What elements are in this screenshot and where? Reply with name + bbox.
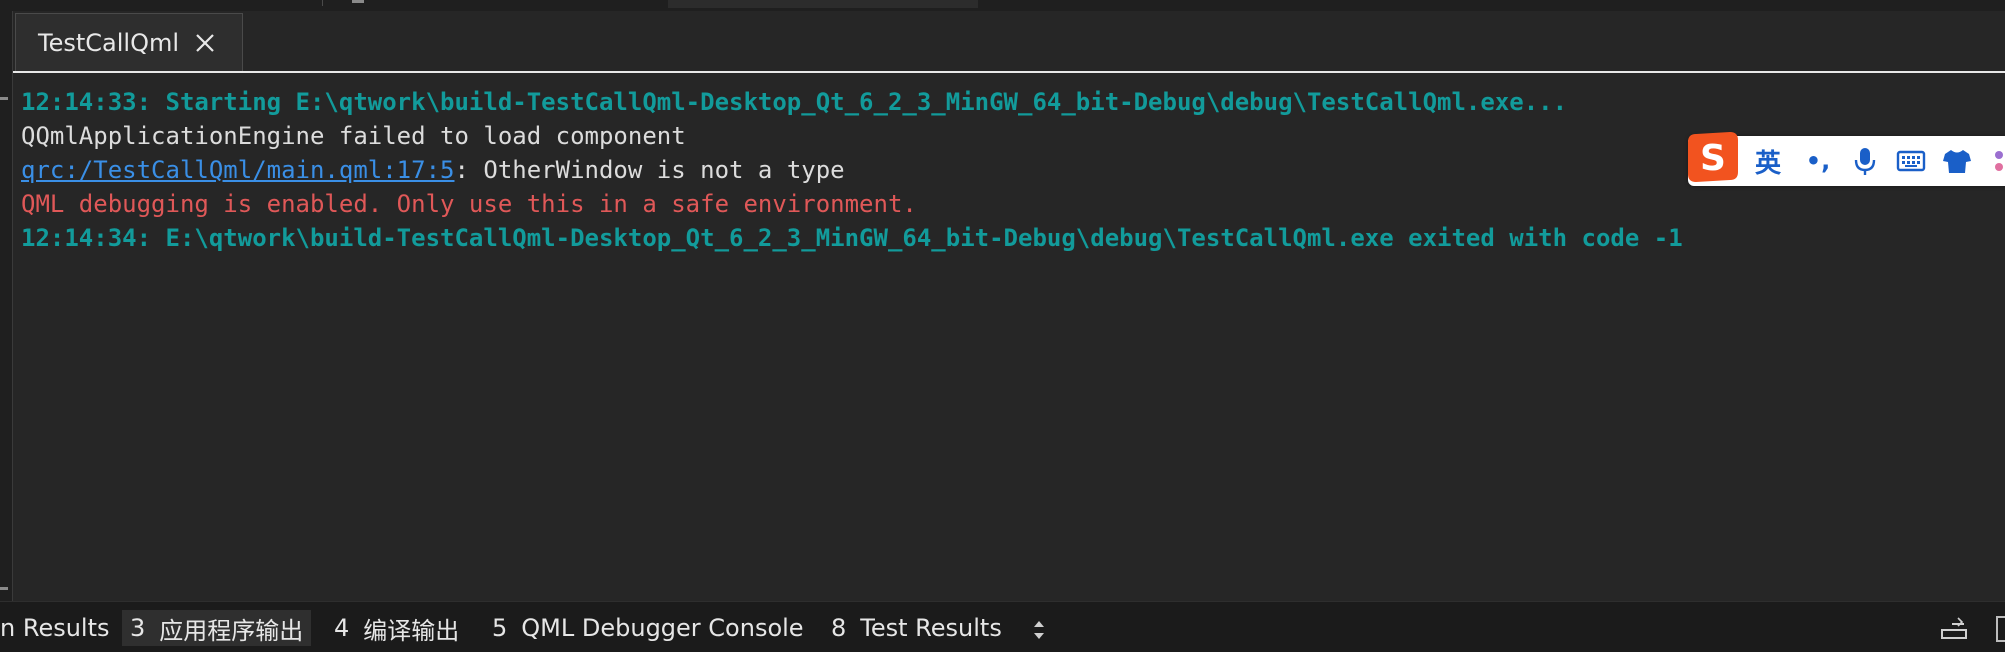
pane-compile-output[interactable]: 4 编译输出 xyxy=(334,610,459,646)
output-line-start: 12:14:33: Starting E:\qtwork\build-TestC… xyxy=(21,88,1568,116)
microphone-icon[interactable] xyxy=(1848,144,1882,178)
svg-text:S: S xyxy=(1700,138,1726,179)
close-icon[interactable] xyxy=(193,31,217,55)
pane-search-results[interactable]: n Results xyxy=(0,610,110,646)
shirt-icon[interactable] xyxy=(1940,144,1974,178)
source-link[interactable]: qrc:/TestCallQml/main.qml:17:5 xyxy=(21,156,454,184)
top-toolbar-strip xyxy=(0,0,2005,11)
ime-toolbar[interactable]: S 英 •, xyxy=(1688,132,2005,186)
pane-number: 3 xyxy=(130,614,146,642)
top-divider xyxy=(322,0,323,6)
left-gutter xyxy=(0,11,13,601)
pane-label: n Results xyxy=(0,614,110,642)
pane-test-results[interactable]: 8 Test Results xyxy=(831,610,1002,646)
pane-number: 8 xyxy=(831,614,847,642)
minimize-panel-icon[interactable] xyxy=(1940,614,1968,642)
output-panes-bar: n Results 3 应用程序输出 4 编译输出 5 QML Debugger… xyxy=(0,601,2005,652)
error-message: : OtherWindow is not a type xyxy=(454,156,845,184)
gutter-marker xyxy=(0,97,8,100)
pane-label: 编译输出 xyxy=(363,616,460,645)
output-line-load-failed: QQmlApplicationEngine failed to load com… xyxy=(21,122,686,150)
pane-number: 4 xyxy=(334,614,350,642)
output-line-exit: 12:14:34: E:\qtwork\build-TestCallQml-De… xyxy=(21,224,1683,252)
qt-creator-output-window: TestCallQml 12:14:33: Starting E:\qtwork… xyxy=(0,0,2005,652)
pane-qml-debugger-console[interactable]: 5 QML Debugger Console xyxy=(492,610,804,646)
ime-language-toggle[interactable]: 英 xyxy=(1750,144,1786,179)
output-line-error-location: qrc:/TestCallQml/main.qml:17:5: OtherWin… xyxy=(21,153,845,187)
pane-label: 应用程序输出 xyxy=(159,616,304,645)
ime-punctuation-toggle[interactable]: •, xyxy=(1800,144,1836,178)
pane-label: QML Debugger Console xyxy=(521,614,804,642)
keyboard-icon[interactable] xyxy=(1894,144,1928,178)
pane-label: Test Results xyxy=(860,614,1002,642)
sogou-logo-icon[interactable]: S xyxy=(1680,128,1740,186)
tab-testcallqml[interactable]: TestCallQml xyxy=(15,13,243,71)
tab-title: TestCallQml xyxy=(38,28,179,57)
more-options-icon[interactable] xyxy=(1986,144,2005,178)
pane-number: 5 xyxy=(492,614,508,642)
up-down-arrows-icon[interactable] xyxy=(1030,618,1048,642)
output-line-qml-debugging: QML debugging is enabled. Only use this … xyxy=(21,190,917,218)
output-tab-bar: TestCallQml xyxy=(13,11,2005,73)
gutter-marker xyxy=(0,587,8,590)
top-field-remnant xyxy=(668,0,978,8)
top-marker xyxy=(352,0,364,3)
panel-edge-icon[interactable] xyxy=(1996,616,2005,642)
pane-application-output[interactable]: 3 应用程序输出 xyxy=(122,610,312,646)
